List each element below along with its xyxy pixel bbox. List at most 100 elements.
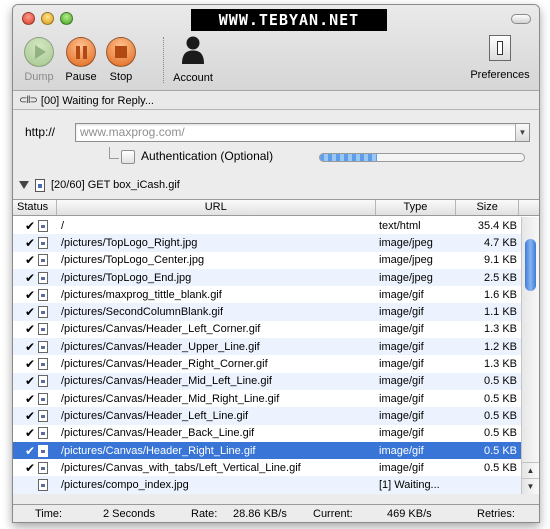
scroll-up-icon[interactable]: ▲	[522, 462, 539, 478]
row-size: 0.5 KB	[483, 461, 517, 474]
row-url: /pictures/Canvas/Header_Right_Line.gif	[61, 444, 256, 457]
row-type: [1] Waiting...	[379, 479, 440, 492]
table-row[interactable]: ✔ /pictures/TopLogo_Right.jpg image/jpeg 4.…	[13, 234, 521, 252]
watermark-banner: WWW.TEBYAN.NET	[191, 9, 387, 31]
column-url[interactable]: URL	[57, 200, 376, 215]
row-size: 2.5 KB	[483, 271, 517, 284]
row-type: image/gif	[379, 323, 424, 336]
time-value: 2 Seconds	[103, 508, 155, 520]
preferences-label: Preferences	[470, 69, 530, 81]
file-icon	[38, 479, 48, 492]
authentication-checkbox[interactable]	[121, 150, 135, 164]
checkmark-icon: ✔	[25, 426, 36, 441]
disclosure-triangle-icon[interactable]	[19, 181, 29, 189]
row-url: /pictures/Canvas/Header_Right_Corner.gif	[61, 358, 268, 371]
table-row[interactable]: ✔ /pictures/Canvas/Header_Right_Corner.gi…	[13, 355, 521, 372]
row-status: ✔	[13, 461, 57, 475]
stats-bar: Time: 2 Seconds Rate: 28.86 KB/s Current…	[13, 504, 539, 522]
row-size: 0.5 KB	[483, 409, 517, 422]
table-row[interactable]: ✔ /pictures/Canvas/Header_Mid_Right_Line.…	[13, 390, 521, 407]
file-icon	[38, 288, 48, 301]
table-row[interactable]: ✔ /pictures/maxprog_tittle_blank.gif image…	[13, 286, 521, 303]
auth-row: Authentication (Optional)	[109, 147, 529, 167]
table-row[interactable]: ✔ /pictures/Canvas/Header_Right_Line.gif i…	[13, 441, 521, 460]
toolbar-toggle-button[interactable]	[511, 14, 531, 24]
retries-label: Retries:	[477, 508, 515, 520]
vertical-scrollbar[interactable]: ▲ ▼	[521, 217, 539, 494]
column-status[interactable]: Status	[13, 200, 57, 215]
column-type[interactable]: Type	[376, 200, 457, 215]
row-type: image/gif	[379, 409, 424, 422]
plug-icon: ⊂‖⊃	[19, 95, 38, 106]
row-type: image/gif	[379, 340, 424, 353]
checkmark-icon: ✔	[25, 391, 36, 406]
table-row[interactable]: ✔ /pictures/SecondColumnBlank.gif image/gi…	[13, 303, 521, 321]
row-size: 0.5 KB	[483, 427, 517, 440]
pause-button[interactable]: Pause	[61, 37, 101, 83]
table-row[interactable]: ✔ /pictures/Canvas/Header_Left_Line.gif im…	[13, 407, 521, 425]
connection-status: ⊂‖⊃ [00] Waiting for Reply...	[13, 92, 539, 110]
file-icon	[38, 271, 48, 284]
file-icon	[38, 306, 48, 319]
dump-button[interactable]: Dump	[19, 37, 59, 83]
table-row[interactable]: ✔ /pictures/Canvas/Header_Upper_Line.gif i…	[13, 338, 521, 356]
row-status: ✔	[13, 236, 57, 250]
minimize-window-button[interactable]	[41, 12, 54, 25]
table-row[interactable]: ✔ /pictures/TopLogo_Center.jpg image/jpeg 9…	[13, 252, 521, 269]
preferences-button[interactable]: Preferences	[469, 35, 531, 81]
scroll-down-icon[interactable]: ▼	[522, 478, 539, 494]
row-type: image/gif	[379, 306, 424, 319]
file-icon	[38, 254, 48, 267]
checkmark-icon: ✔	[25, 270, 36, 285]
checkmark-icon: ✔	[25, 408, 36, 423]
stop-icon	[106, 37, 136, 67]
row-url: /pictures/Canvas_with_tabs/Left_Vertical…	[61, 461, 301, 474]
request-text: [20/60] GET box_iCash.gif	[51, 179, 180, 191]
file-icon	[38, 340, 48, 353]
window-controls	[22, 12, 73, 25]
row-status: ✔	[13, 288, 57, 302]
pause-icon	[66, 37, 96, 67]
row-size: 35.4 KB	[477, 219, 517, 232]
row-status: ✔	[13, 271, 57, 285]
row-url: /pictures/TopLogo_Center.jpg	[61, 254, 205, 267]
scrollbar-thumb[interactable]	[525, 239, 536, 291]
row-size: 1.2 KB	[483, 340, 517, 353]
row-status: ✔	[13, 426, 57, 440]
url-input[interactable]: www.maxprog.com/ ▼	[75, 122, 530, 142]
table-row[interactable]: ✔ /pictures/Canvas/Header_Back_Line.gif im…	[13, 425, 521, 442]
checkmark-icon: ✔	[25, 218, 36, 233]
row-type: image/gif	[379, 427, 424, 440]
table-row[interactable]: ✔ / text/html 35.4 KB	[13, 217, 521, 234]
chevron-down-icon[interactable]: ▼	[515, 123, 529, 141]
stop-button[interactable]: Stop	[101, 37, 141, 83]
row-type: image/gif	[379, 461, 424, 474]
row-url: /pictures/Canvas/Header_Mid_Left_Line.gi…	[61, 375, 272, 388]
row-url: /pictures/TopLogo_End.jpg	[61, 271, 192, 284]
file-icon	[38, 427, 48, 440]
row-url: /pictures/maxprog_tittle_blank.gif	[61, 288, 222, 301]
url-scheme-label: http://	[25, 125, 56, 139]
table-row[interactable]: /pictures/compo_index.jpg [1] Waiting...	[13, 476, 521, 494]
table-row[interactable]: ✔ /pictures/Canvas/Header_Mid_Left_Line.g…	[13, 372, 521, 390]
table-row[interactable]: ✔ /pictures/Canvas/Header_Left_Corner.gif…	[13, 321, 521, 338]
table-row[interactable]: ✔ /pictures/Canvas_with_tabs/Left_Vertica…	[13, 459, 521, 476]
file-icon	[38, 375, 48, 388]
row-type: image/gif	[379, 358, 424, 371]
zoom-window-button[interactable]	[60, 12, 73, 25]
checkmark-icon: ✔	[25, 305, 36, 320]
column-size[interactable]: Size	[456, 200, 520, 215]
row-size: 1.3 KB	[483, 358, 517, 371]
close-window-button[interactable]	[22, 12, 35, 25]
account-label: Account	[173, 72, 213, 84]
row-size: 0.5 KB	[483, 375, 517, 388]
account-button[interactable]: Account	[163, 35, 223, 84]
current-value: 469 KB/s	[387, 508, 432, 520]
time-label: Time:	[35, 508, 63, 520]
table-row[interactable]: ✔ /pictures/TopLogo_End.jpg image/jpeg 2.5 …	[13, 268, 521, 287]
row-status	[13, 479, 57, 492]
row-status: ✔	[13, 392, 57, 406]
checkmark-icon: ✔	[25, 235, 36, 250]
file-icon	[38, 323, 48, 336]
row-size: 4.7 KB	[483, 236, 517, 249]
